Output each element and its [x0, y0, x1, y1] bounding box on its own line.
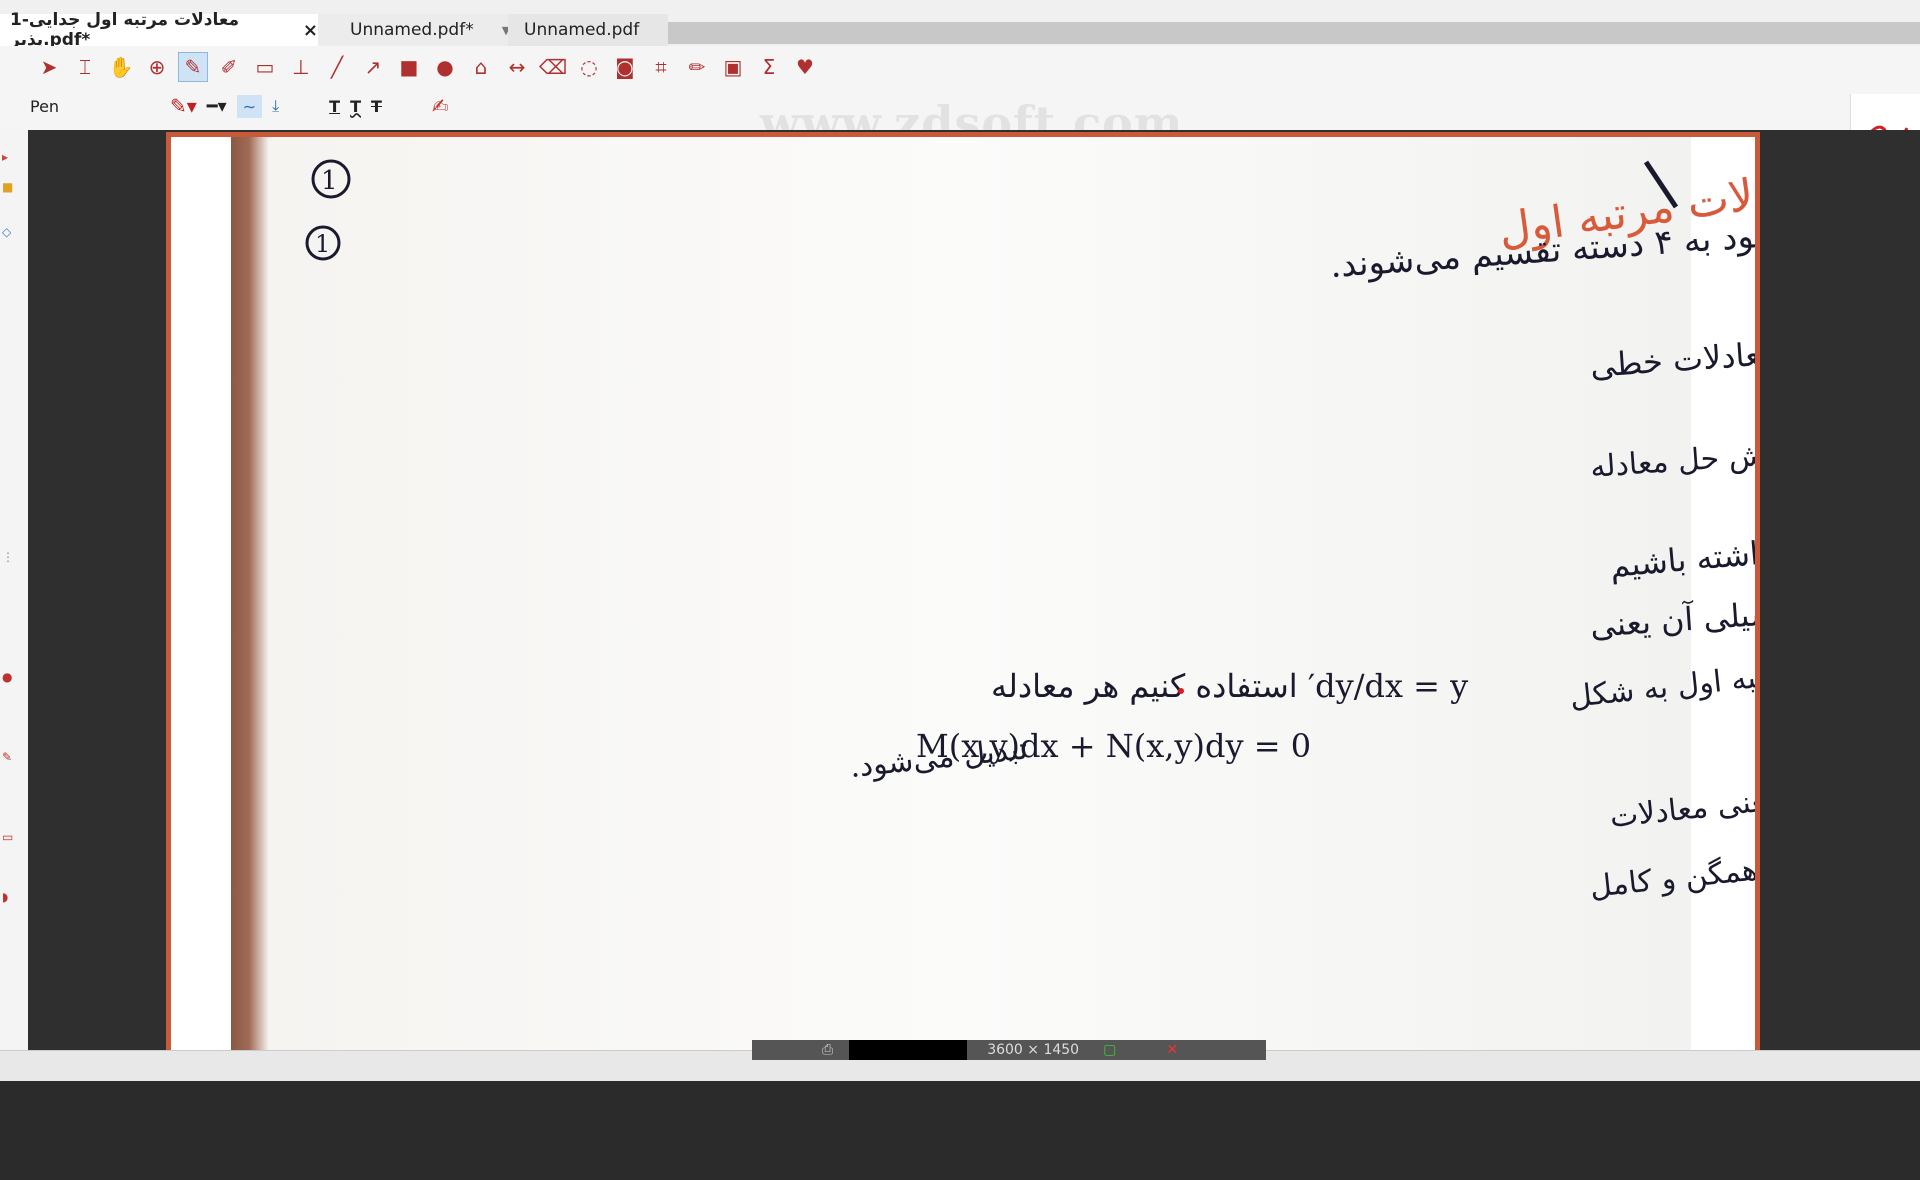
- pen-color-icon[interactable]: ✎▾: [170, 94, 197, 118]
- tool-label: Pen: [30, 96, 60, 116]
- tab-active-document[interactable]: 1-معادلات مرتبه اول جدایی پذیر.pdf* ×: [0, 10, 318, 50]
- toolbar-row-properties: Pen ✎▾ ━▾ ∼ ⤓ T T T ✍: [30, 94, 449, 118]
- crop-icon[interactable]: ⌗: [646, 52, 676, 82]
- tab-bar: 1-معادلات مرتبه اول جدایی پذیر.pdf* × Un…: [0, 0, 1920, 50]
- pdf-page[interactable]: 1 1 معادلات مرتبه اول معادلات مرتبه اول …: [166, 132, 1760, 1062]
- polygon-icon[interactable]: ⌂: [466, 52, 496, 82]
- tab-unnamed-modified[interactable]: Unnamed.pdf* ▼: [318, 14, 510, 46]
- smooth-icon[interactable]: ⤓: [272, 96, 279, 116]
- handwritten-content: 1 1 معادلات مرتبه اول معادلات مرتبه اول …: [305, 159, 1760, 905]
- handwritten-line-6: dy/dx = y′ استفاده کنیم هر معادله: [991, 667, 1468, 705]
- arrow-icon[interactable]: ↗: [358, 52, 388, 82]
- annotation-toolbar: ➤ ⌶ ✋ ⊕ ✎ ✐ ▭ ⊥ ╱ ↗ ■ ● ⌂ ↔ ⌫ ◌ ◙ ⌗ ✏ ▣ …: [0, 46, 1920, 174]
- sigma-icon[interactable]: Σ: [754, 52, 784, 82]
- line-icon[interactable]: ╱: [322, 52, 352, 82]
- eraser-icon[interactable]: ⌫: [538, 52, 568, 82]
- pen-icon[interactable]: ✎: [178, 52, 208, 82]
- fit-icon[interactable]: ▢: [1103, 1042, 1116, 1058]
- signature-panel-icon[interactable]: ▭: [2, 830, 16, 844]
- search-panel-icon[interactable]: ◗: [2, 890, 16, 904]
- toolbar-row-tools: ➤ ⌶ ✋ ⊕ ✎ ✐ ▭ ⊥ ╱ ↗ ■ ● ⌂ ↔ ⌫ ◌ ◙ ⌗ ✏ ▣ …: [34, 52, 820, 82]
- image-icon[interactable]: ▣: [718, 52, 748, 82]
- tab-unnamed[interactable]: Unnamed.pdf: [508, 14, 668, 46]
- page-navigator[interactable]: ⎙ 3600 × 1450 ▢ ✕: [752, 1040, 1266, 1060]
- attachment-icon[interactable]: ■: [2, 180, 16, 194]
- text-squiggly-icon[interactable]: T: [350, 97, 361, 116]
- text-strikeout-icon[interactable]: T: [371, 97, 382, 116]
- bookmark-icon[interactable]: ▸: [2, 150, 16, 164]
- page-number-second: 1: [315, 230, 330, 258]
- tab-label: Unnamed.pdf*: [350, 20, 474, 40]
- tab-label: Unnamed.pdf: [524, 20, 640, 40]
- document-view[interactable]: 1 1 معادلات مرتبه اول معادلات مرتبه اول …: [28, 130, 1920, 1062]
- measure-icon[interactable]: ↔: [502, 52, 532, 82]
- splitter-handle-icon[interactable]: ⋮: [2, 550, 16, 564]
- lasso-icon[interactable]: ◌: [574, 52, 604, 82]
- page-number-top: 1: [321, 166, 338, 196]
- freehand-icon[interactable]: ∼: [236, 94, 263, 118]
- tab-strip-background: [520, 22, 1920, 44]
- handwritten-line-7: مرتبه اول به شکل: [1568, 656, 1760, 715]
- stamp-icon[interactable]: ⊥: [286, 52, 316, 82]
- left-sidebar: ▸ ■ ◇ ⋮ ● ✎ ▭ ◗: [0, 130, 29, 1050]
- highlighter-icon[interactable]: ✐: [214, 52, 244, 82]
- ellipse-icon[interactable]: ●: [430, 52, 460, 82]
- close-icon[interactable]: ✕: [1166, 1042, 1178, 1058]
- layer-icon[interactable]: ●: [2, 670, 16, 684]
- camera-icon[interactable]: ◙: [610, 52, 640, 82]
- hand-icon[interactable]: ✋: [106, 52, 136, 82]
- red-pen-dot: [1178, 688, 1184, 694]
- signature-icon[interactable]: ✍: [432, 94, 449, 118]
- image-dimensions: 3600 × 1450: [987, 1042, 1080, 1058]
- tab-label: 1-معادلات مرتبه اول جدایی پذیر.pdf*: [10, 10, 239, 50]
- textbox-icon[interactable]: ▭: [250, 52, 280, 82]
- pencil-icon[interactable]: ✏: [682, 52, 712, 82]
- line-style-icon[interactable]: ━▾: [207, 96, 227, 117]
- printer-icon[interactable]: ⎙: [822, 1042, 833, 1058]
- comment-icon[interactable]: ◇: [2, 225, 16, 239]
- rectangle-icon[interactable]: ■: [394, 52, 424, 82]
- handwritten-line-2: ۱ معادلات جدایی پذیر ۲ معادلات همگن ۳ مع…: [1589, 280, 1760, 385]
- text-underline-icon[interactable]: T: [329, 97, 340, 116]
- zoom-icon[interactable]: ⊕: [142, 52, 172, 82]
- select-arrow-icon[interactable]: ➤: [34, 52, 64, 82]
- heart-icon[interactable]: ♥: [790, 52, 820, 82]
- thumbnail-preview[interactable]: [849, 1040, 968, 1060]
- handwritten-line-3: برای حل معادلات مرتبه اول ۲ کار اساسی با…: [1589, 368, 1760, 485]
- select-text-icon[interactable]: ⌶: [70, 52, 100, 82]
- close-icon[interactable]: ×: [303, 20, 318, 41]
- handwritten-line-10: جدایی پذیر، همگن و کامل: [1588, 836, 1760, 904]
- annotation-list-icon[interactable]: ✎: [2, 750, 16, 764]
